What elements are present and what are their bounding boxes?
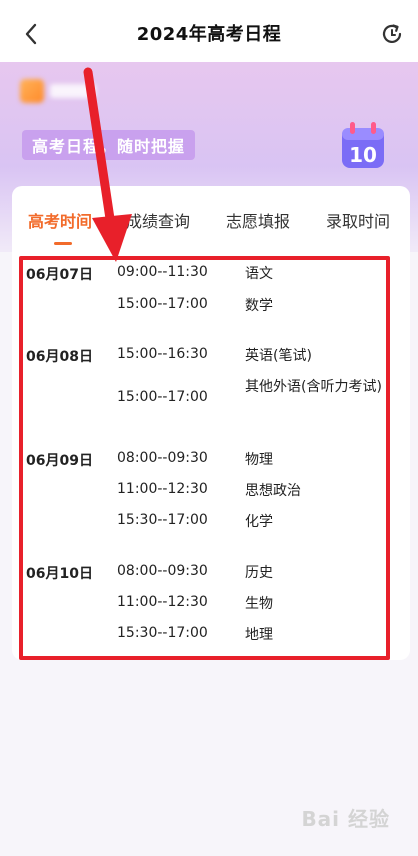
tab-score-query[interactable]: 成绩查询 <box>126 208 190 232</box>
tab-bar: 高考时间 成绩查询 志愿填报 录取时间 <box>12 186 410 254</box>
slogan-badge: 高考日程，随时把握 <box>22 130 196 160</box>
tab-indicator <box>54 242 72 245</box>
annotation-frame <box>19 256 390 660</box>
watermark: Bai 经验 <box>301 807 390 831</box>
tab-application[interactable]: 志愿填报 <box>226 208 290 232</box>
blurred-avatar <box>20 78 102 104</box>
calendar-icon: 10 <box>342 122 384 168</box>
refresh-icon[interactable] <box>378 20 406 48</box>
tab-admission-time[interactable]: 录取时间 <box>326 208 390 232</box>
calendar-badge: 10 <box>349 143 377 167</box>
tab-exam-time[interactable]: 高考时间 <box>28 208 92 232</box>
top-nav: 2024年高考日程 <box>0 0 418 66</box>
chevron-left-icon[interactable] <box>18 20 46 48</box>
page-title: 2024年高考日程 <box>136 24 282 45</box>
